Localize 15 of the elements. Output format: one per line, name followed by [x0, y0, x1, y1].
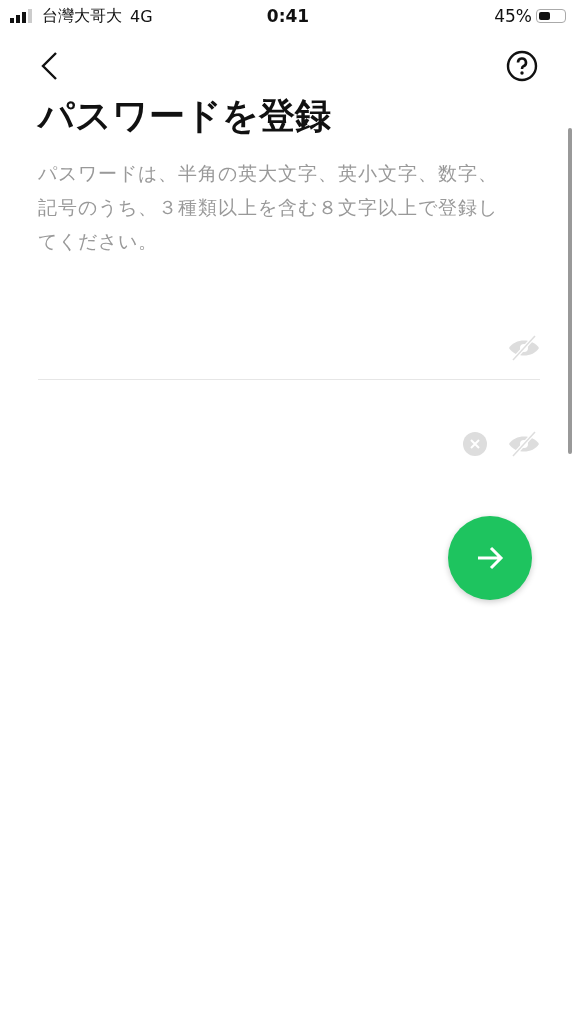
- network-type: 4G: [130, 6, 153, 26]
- carrier-name: 台灣大哥大: [42, 5, 122, 27]
- arrow-right-icon: [476, 546, 504, 570]
- battery-icon: [536, 9, 566, 23]
- clock-time: 0:41: [266, 6, 310, 26]
- help-icon[interactable]: [506, 50, 538, 82]
- eye-slash-icon[interactable]: [508, 334, 540, 361]
- signal-icon: [10, 9, 34, 23]
- clear-icon[interactable]: [462, 431, 488, 457]
- battery-percent: 45%: [494, 6, 532, 26]
- back-icon[interactable]: [40, 51, 58, 81]
- next-button[interactable]: [448, 516, 532, 600]
- eye-slash-icon[interactable]: [508, 431, 540, 457]
- page-title: パスワードを登録: [38, 94, 332, 138]
- instruction-text: パスワードは、半角の英大文字、英小文字、数字、記号のうち、３種類以上を含む８文字以上で登録してください。: [38, 161, 499, 254]
